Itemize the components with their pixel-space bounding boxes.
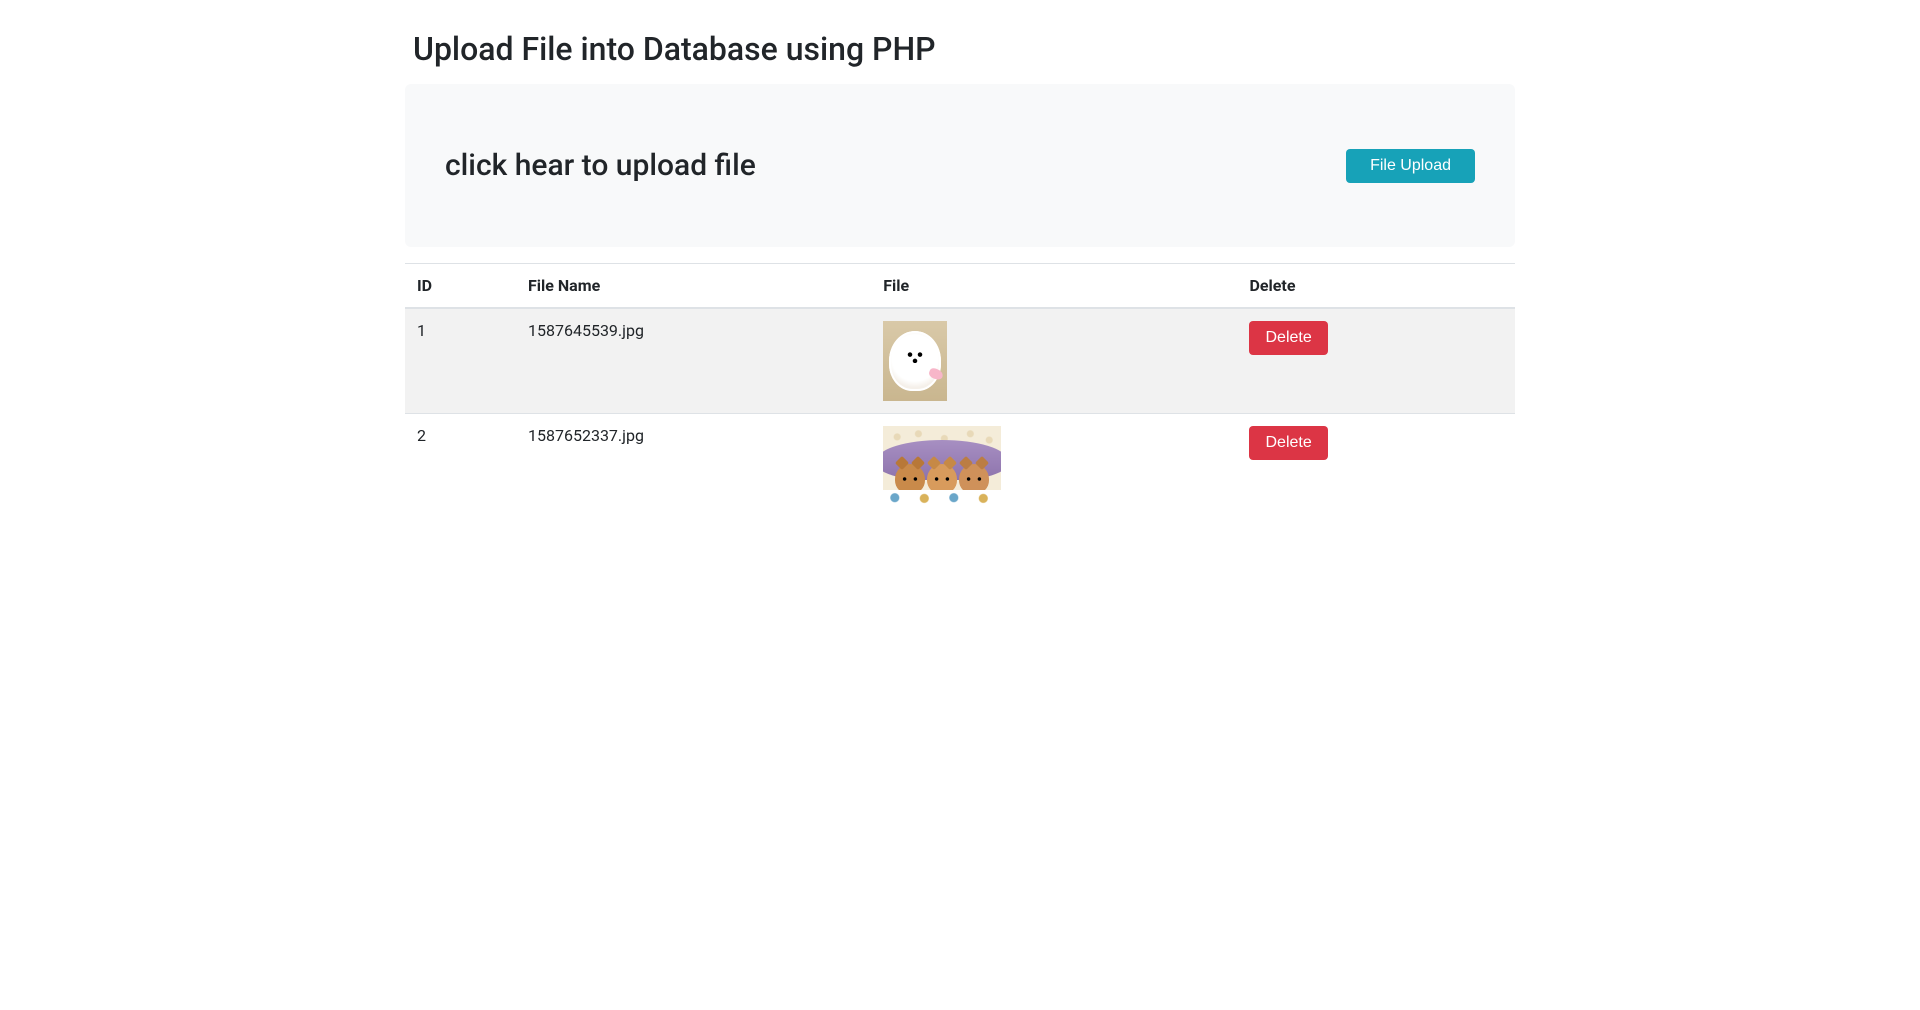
cell-file bbox=[871, 414, 1237, 517]
cell-file bbox=[871, 308, 1237, 414]
upload-prompt: click hear to upload file bbox=[445, 148, 756, 183]
file-thumbnail-icon bbox=[883, 321, 947, 401]
cell-id: 2 bbox=[405, 414, 516, 517]
file-thumbnail-icon bbox=[883, 426, 1001, 504]
col-header-delete: Delete bbox=[1237, 264, 1515, 309]
table-row: 2 1587652337.jpg Delete bbox=[405, 414, 1515, 517]
file-upload-button[interactable]: File Upload bbox=[1346, 149, 1475, 183]
delete-button[interactable]: Delete bbox=[1249, 321, 1327, 355]
cell-delete: Delete bbox=[1237, 414, 1515, 517]
page-title: Upload File into Database using PHP bbox=[413, 30, 1515, 68]
files-table: ID File Name File Delete 1 1587645539.jp… bbox=[405, 263, 1515, 516]
cell-filename: 1587645539.jpg bbox=[516, 308, 871, 414]
cell-delete: Delete bbox=[1237, 308, 1515, 414]
table-header-row: ID File Name File Delete bbox=[405, 264, 1515, 309]
page-container: Upload File into Database using PHP clic… bbox=[390, 30, 1530, 516]
upload-panel: click hear to upload file File Upload bbox=[405, 84, 1515, 247]
delete-button[interactable]: Delete bbox=[1249, 426, 1327, 460]
cell-filename: 1587652337.jpg bbox=[516, 414, 871, 517]
col-header-filename: File Name bbox=[516, 264, 871, 309]
table-row: 1 1587645539.jpg Delete bbox=[405, 308, 1515, 414]
cell-id: 1 bbox=[405, 308, 516, 414]
col-header-id: ID bbox=[405, 264, 516, 309]
col-header-file: File bbox=[871, 264, 1237, 309]
